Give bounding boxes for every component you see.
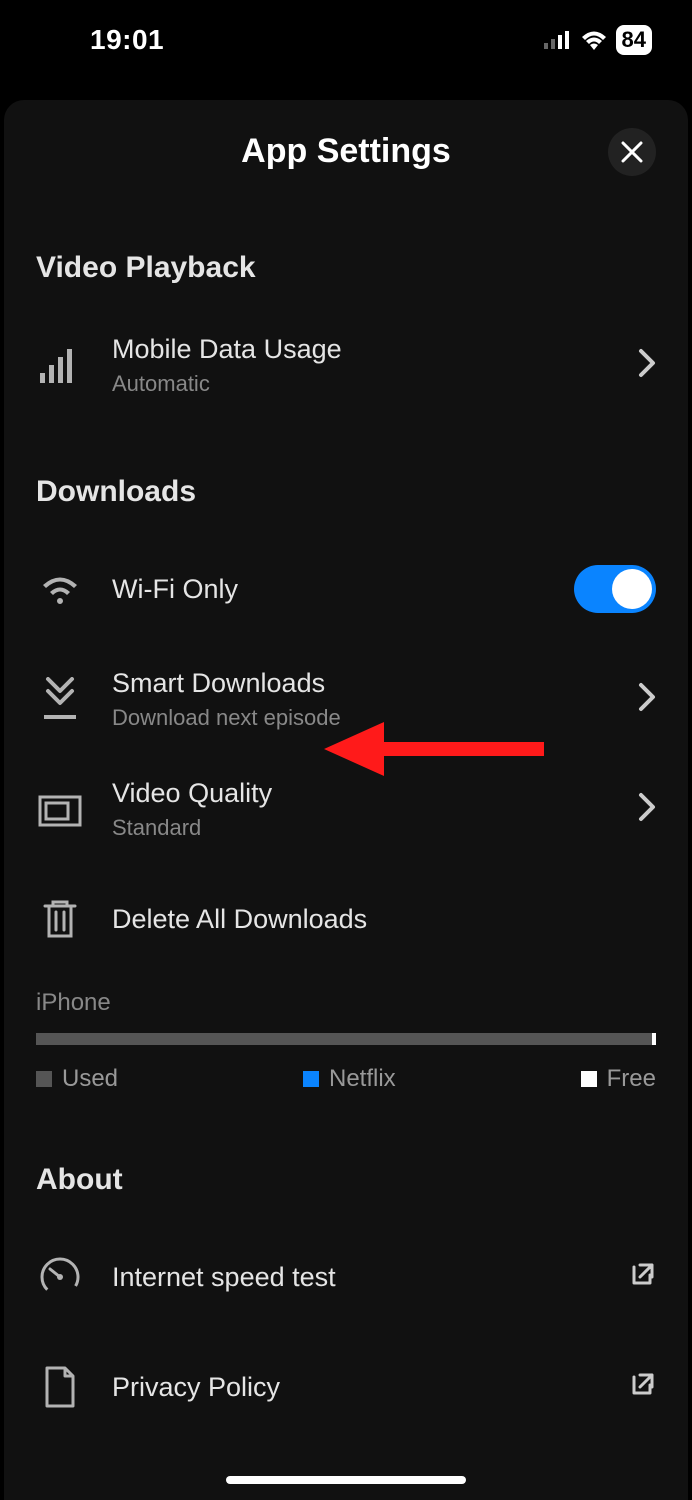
status-time: 19:01 [90, 24, 164, 56]
status-bar: 19:01 84 [0, 0, 692, 80]
legend-label: Netflix [329, 1065, 396, 1093]
row-label: Wi-Fi Only [112, 574, 574, 605]
storage-legend: Used Netflix Free [36, 1065, 656, 1093]
row-mobile-data-usage[interactable]: Mobile Data Usage Automatic [36, 325, 656, 405]
row-label: Mobile Data Usage [112, 334, 638, 365]
row-sublabel: Automatic [112, 371, 638, 397]
smart-download-icon [36, 675, 84, 723]
row-video-quality[interactable]: Video Quality Standard [36, 769, 656, 849]
row-wifi-only[interactable]: Wi-Fi Only [36, 549, 656, 629]
cellular-bars-icon [36, 341, 84, 389]
chevron-right-icon [638, 682, 656, 717]
section-title-video-playback: Video Playback [36, 251, 656, 285]
sheet-header: App Settings [36, 132, 656, 171]
section-video-playback: Video Playback Mobile Data Usage Automat… [36, 251, 656, 405]
legend-swatch-used [36, 1071, 52, 1087]
row-delete-all-downloads[interactable]: Delete All Downloads [36, 879, 656, 959]
page-title: App Settings [36, 132, 656, 171]
legend-label: Free [607, 1065, 656, 1093]
row-label: Smart Downloads [112, 668, 638, 699]
row-label: Internet speed test [112, 1262, 628, 1293]
battery-indicator: 84 [616, 25, 652, 55]
row-sublabel: Download next episode [112, 705, 638, 731]
external-link-icon [628, 1371, 656, 1404]
storage-bar [36, 1033, 656, 1045]
legend-free: Free [581, 1065, 656, 1093]
row-label: Delete All Downloads [112, 904, 656, 935]
status-indicators: 84 [544, 25, 652, 55]
row-label: Privacy Policy [112, 1372, 628, 1403]
row-sublabel: Standard [112, 815, 638, 841]
legend-used: Used [36, 1065, 118, 1093]
row-privacy-policy[interactable]: Privacy Policy [36, 1347, 656, 1427]
storage-device-label: iPhone [36, 989, 656, 1017]
close-icon [619, 139, 645, 165]
wifi-status-icon [580, 30, 608, 50]
section-title-about: About [36, 1163, 656, 1197]
cellular-signal-icon [544, 31, 572, 49]
legend-netflix: Netflix [303, 1065, 396, 1093]
wifi-icon [36, 565, 84, 613]
wifi-only-toggle[interactable] [574, 565, 656, 613]
legend-swatch-netflix [303, 1071, 319, 1087]
gauge-icon [36, 1253, 84, 1301]
section-downloads: Downloads Wi-Fi Only Smart Downloads Dow… [36, 475, 656, 959]
trash-icon [36, 895, 84, 943]
chevron-right-icon [638, 792, 656, 827]
row-smart-downloads[interactable]: Smart Downloads Download next episode [36, 659, 656, 739]
row-internet-speed-test[interactable]: Internet speed test [36, 1237, 656, 1317]
section-about: About Internet speed test Privacy Policy [36, 1163, 656, 1427]
home-indicator[interactable] [226, 1476, 466, 1484]
close-button[interactable] [608, 128, 656, 176]
section-title-downloads: Downloads [36, 475, 656, 509]
external-link-icon [628, 1261, 656, 1294]
settings-sheet: App Settings Video Playback Mobile Data … [4, 100, 688, 1500]
chevron-right-icon [638, 348, 656, 383]
storage-usage: iPhone Used Netflix Free [36, 989, 656, 1093]
legend-label: Used [62, 1065, 118, 1093]
video-quality-icon [36, 785, 84, 833]
row-label: Video Quality [112, 778, 638, 809]
legend-swatch-free [581, 1071, 597, 1087]
document-icon [36, 1363, 84, 1411]
